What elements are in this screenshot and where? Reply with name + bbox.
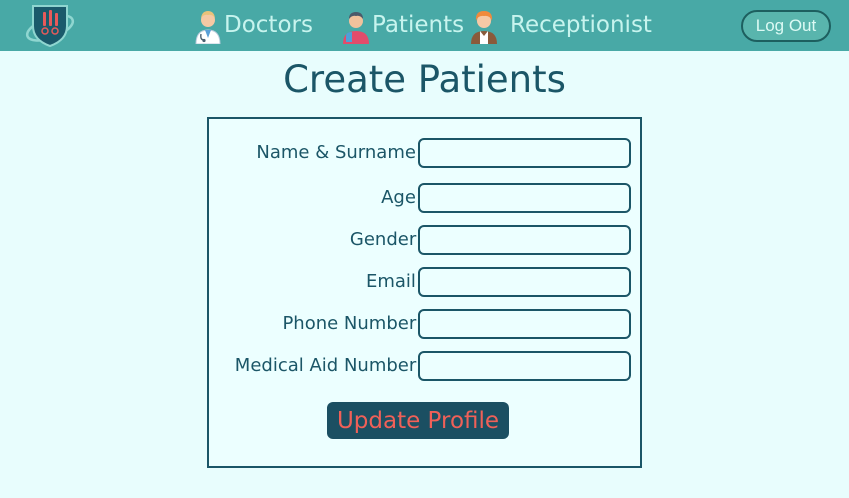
nav-item-doctors[interactable]: Doctors (192, 4, 313, 46)
gender-input[interactable] (418, 225, 631, 255)
phone-label: Phone Number: (282, 313, 422, 334)
create-patient-form: Name & Surname: Age: Gender: Email: Phon… (207, 117, 642, 468)
form-row-phone: Phone Number: (209, 309, 640, 339)
medical-aid-number-input[interactable] (418, 351, 631, 381)
hospital-shield-logo-icon[interactable] (24, 2, 76, 48)
form-row-medical-aid: Medical Aid Number: (209, 351, 640, 381)
medical-aid-label: Medical Aid Number: (234, 355, 422, 376)
form-row-name: Name & Surname: (209, 138, 640, 168)
nav-item-patients[interactable]: Patients (340, 4, 464, 46)
name-label: Name & Surname: (256, 142, 422, 163)
email-input[interactable] (418, 267, 631, 297)
page-title: Create Patients (283, 58, 566, 101)
logout-button[interactable]: Log Out (741, 10, 831, 42)
form-row-age: Age: (209, 183, 640, 213)
nav-label-doctors: Doctors (224, 12, 313, 38)
nav-label-patients: Patients (372, 12, 465, 38)
form-row-gender: Gender: (209, 225, 640, 255)
patient-avatar-icon (343, 12, 369, 44)
email-label: Email: (365, 271, 422, 292)
update-profile-button[interactable]: Update Profile (327, 402, 509, 439)
top-navbar: Doctors Patients Receptionist Log Out (0, 0, 849, 51)
nav-item-receptionist[interactable]: Receptionist (468, 4, 652, 46)
name-surname-input[interactable] (418, 138, 631, 168)
gender-label: Gender: (349, 229, 422, 250)
receptionist-avatar-icon (471, 11, 497, 44)
phone-number-input[interactable] (418, 309, 631, 339)
form-row-email: Email: (209, 267, 640, 297)
doctor-avatar-icon (195, 11, 221, 44)
age-input[interactable] (418, 183, 631, 213)
nav-label-receptionist: Receptionist (510, 12, 652, 38)
age-label: Age: (381, 187, 422, 208)
